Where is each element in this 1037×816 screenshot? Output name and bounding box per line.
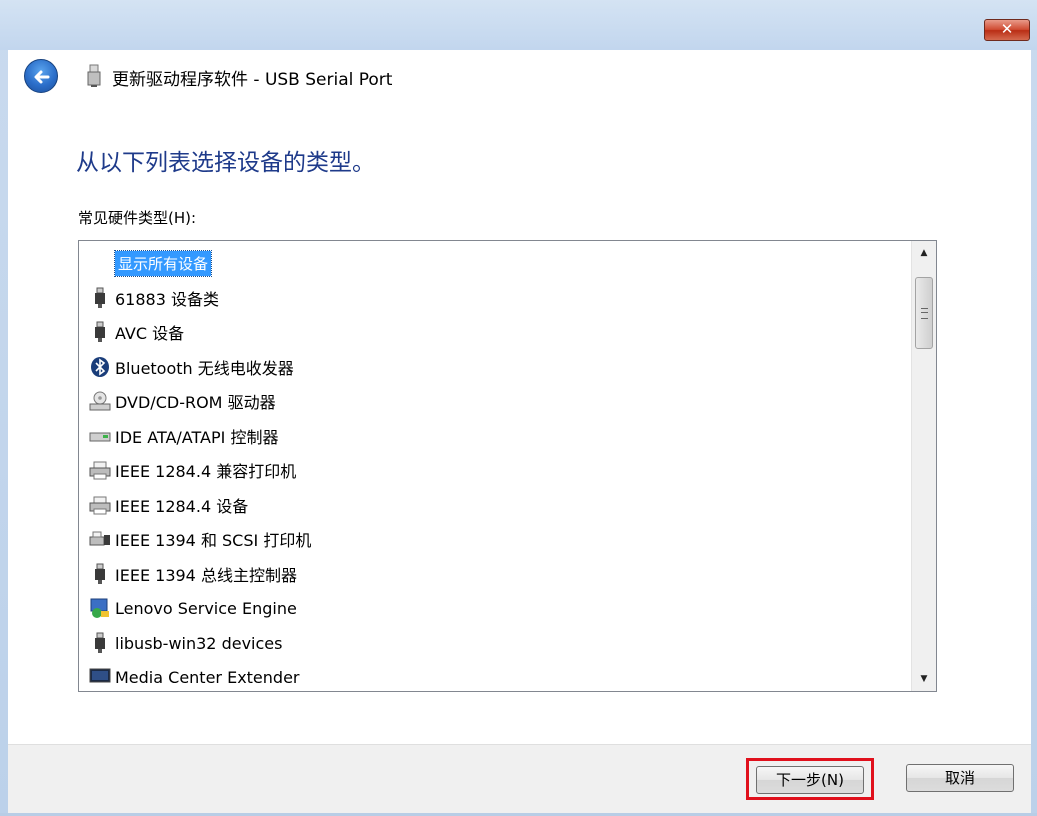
list-item-label: Lenovo Service Engine xyxy=(115,598,297,618)
usb-plug-icon xyxy=(95,632,105,653)
list-item[interactable]: IEEE 1284.4 设备 xyxy=(89,491,248,519)
list-item-label: 61883 设备类 xyxy=(115,290,219,309)
list-item[interactable]: Lenovo Service Engine xyxy=(89,594,297,622)
list-item-label: 显示所有设备 xyxy=(113,249,213,277)
list-item[interactable]: Bluetooth 无线电收发器 xyxy=(89,353,294,381)
printer-plug-icon xyxy=(89,531,110,546)
title-bar[interactable]: ✕ xyxy=(0,0,1037,50)
list-item[interactable]: IEEE 1394 和 SCSI 打印机 xyxy=(89,525,311,553)
bluetooth-icon xyxy=(91,357,109,377)
hardware-type-list[interactable]: 显示所有设备 61883 设备类 AVC 设备 Bluetooth 无线电收发器… xyxy=(78,240,937,692)
dialog-window: ✕ 更新驱动程序软件 - USB Serial Port 从以下列表选择设备的类… xyxy=(0,0,1037,816)
usb-plug-icon xyxy=(95,321,105,342)
list-item-label: libusb-win32 devices xyxy=(115,633,283,653)
scroll-down-icon[interactable]: ▼ xyxy=(912,667,936,691)
ide-controller-icon xyxy=(89,432,111,442)
wizard-header: 更新驱动程序软件 - USB Serial Port xyxy=(8,50,1031,104)
next-button[interactable]: 下一步(N) xyxy=(756,766,864,794)
dialog-title: 更新驱动程序软件 - USB Serial Port xyxy=(112,70,393,90)
scroll-up-icon[interactable]: ▲ xyxy=(912,241,936,265)
printer-icon xyxy=(89,461,111,480)
grip-icon xyxy=(921,308,928,319)
list-item[interactable]: IDE ATA/ATAPI 控制器 xyxy=(89,422,278,450)
list-item[interactable]: DVD/CD-ROM 驱动器 xyxy=(89,387,276,415)
printer-icon xyxy=(89,496,111,515)
list-item[interactable]: IEEE 1394 总线主控制器 xyxy=(89,560,297,588)
back-arrow-icon xyxy=(34,70,50,84)
list-item-label: IEEE 1284.4 设备 xyxy=(115,497,249,516)
list-item[interactable]: IEEE 1284.4 兼容打印机 xyxy=(89,456,296,484)
optical-drive-icon xyxy=(89,391,111,411)
close-icon: ✕ xyxy=(1000,20,1014,38)
cancel-button[interactable]: 取消 xyxy=(906,764,1014,792)
list-item-label: AVC 设备 xyxy=(115,324,185,343)
back-button[interactable] xyxy=(24,59,58,93)
monitor-icon xyxy=(89,668,111,683)
list-item[interactable]: AVC 设备 xyxy=(89,318,184,346)
page-instruction: 从以下列表选择设备的类型。 xyxy=(76,150,375,176)
vertical-scrollbar[interactable]: ▲ ▼ xyxy=(911,241,936,691)
list-item[interactable]: 61883 设备类 xyxy=(89,284,219,312)
usb-plug-icon xyxy=(95,563,105,584)
list-item-show-all[interactable]: 显示所有设备 xyxy=(113,249,213,277)
list-item-label: IEEE 1284.4 兼容打印机 xyxy=(115,462,297,481)
list-item-label: DVD/CD-ROM 驱动器 xyxy=(115,393,276,412)
hardware-type-label: 常见硬件类型(H): xyxy=(78,209,197,227)
button-bar: 下一步(N) 取消 xyxy=(8,744,1031,813)
network-globe-icon xyxy=(90,598,109,618)
list-item[interactable]: Media Center Extender xyxy=(89,663,300,691)
usb-connector-icon xyxy=(87,64,101,87)
scroll-thumb[interactable] xyxy=(915,277,933,349)
close-button[interactable]: ✕ xyxy=(984,19,1030,41)
list-item-label: IDE ATA/ATAPI 控制器 xyxy=(115,428,279,447)
list-item-label: IEEE 1394 总线主控制器 xyxy=(115,566,297,585)
usb-plug-icon xyxy=(95,287,105,308)
list-item[interactable]: libusb-win32 devices xyxy=(89,629,282,657)
list-item-label: Media Center Extender xyxy=(115,667,300,687)
list-item-label: Bluetooth 无线电收发器 xyxy=(115,359,294,378)
list-item-label: IEEE 1394 和 SCSI 打印机 xyxy=(115,531,312,550)
